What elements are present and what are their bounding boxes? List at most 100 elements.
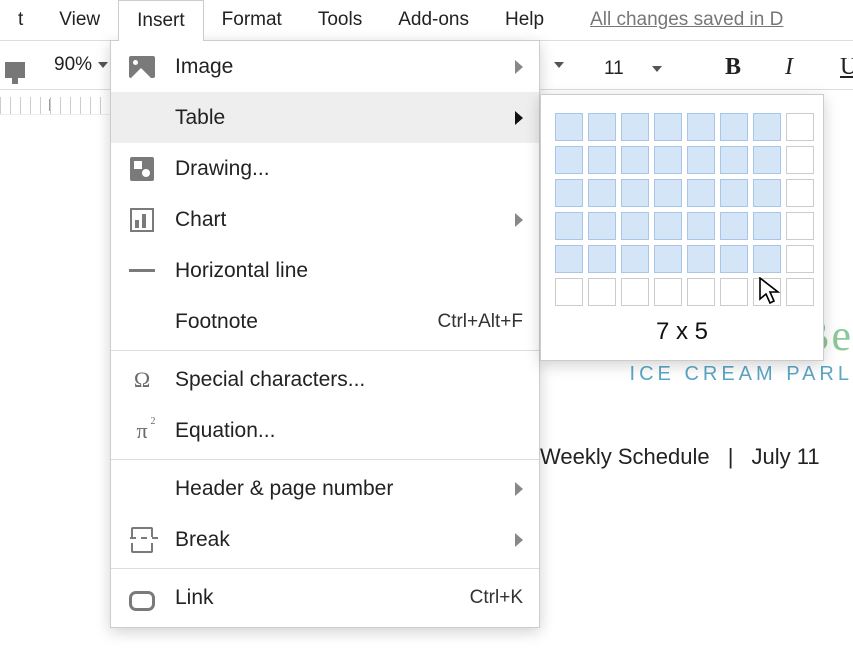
table-cell[interactable] — [621, 245, 649, 273]
menu-item-horizontal-line[interactable]: Horizontal line — [111, 245, 539, 296]
table-cell[interactable] — [720, 212, 748, 240]
underline-button[interactable]: U — [840, 54, 853, 81]
table-cell[interactable] — [687, 113, 715, 141]
save-status-link[interactable]: All changes saved in D — [572, 0, 801, 40]
table-cell[interactable] — [786, 212, 814, 240]
menu-insert[interactable]: Insert — [118, 0, 204, 41]
menu-item-header-page-number[interactable]: Header & page number — [111, 463, 539, 514]
table-cell[interactable] — [588, 146, 616, 174]
drawing-icon — [127, 154, 157, 184]
table-cell[interactable] — [753, 179, 781, 207]
table-cell[interactable] — [687, 245, 715, 273]
table-cell[interactable] — [786, 146, 814, 174]
table-cell[interactable] — [687, 212, 715, 240]
shortcut-label: Ctrl+Alt+F — [437, 311, 523, 333]
menu-view[interactable]: View — [41, 0, 118, 40]
chevron-right-icon — [515, 533, 523, 547]
table-cell[interactable] — [687, 278, 715, 306]
table-cell[interactable] — [654, 212, 682, 240]
table-cell[interactable] — [786, 245, 814, 273]
chevron-down-icon — [652, 66, 662, 72]
table-cell[interactable] — [555, 179, 583, 207]
table-cell[interactable] — [654, 179, 682, 207]
table-cell[interactable] — [555, 212, 583, 240]
menu-item-table[interactable]: Table — [111, 92, 539, 143]
menu-item-equation[interactable]: π2 Equation... — [111, 405, 539, 456]
chevron-right-icon — [515, 213, 523, 227]
table-grid[interactable] — [555, 113, 809, 306]
table-cell[interactable] — [753, 146, 781, 174]
table-cell[interactable] — [588, 113, 616, 141]
table-cell[interactable] — [786, 113, 814, 141]
chevron-right-icon — [515, 482, 523, 496]
pi-icon: π2 — [127, 416, 157, 446]
table-cell[interactable] — [753, 245, 781, 273]
table-cell[interactable] — [720, 179, 748, 207]
table-cell[interactable] — [588, 212, 616, 240]
menu-item-drawing[interactable]: Drawing... — [111, 143, 539, 194]
menu-item-image[interactable]: Image — [111, 41, 539, 92]
table-cell[interactable] — [588, 278, 616, 306]
bold-button[interactable]: B — [725, 54, 741, 81]
italic-button[interactable]: I — [785, 54, 793, 81]
table-cell[interactable] — [654, 146, 682, 174]
menu-item-break[interactable]: Break — [111, 514, 539, 565]
menu-separator — [111, 568, 539, 569]
table-cell[interactable] — [720, 245, 748, 273]
menu-item-link[interactable]: Link Ctrl+K — [111, 572, 539, 623]
table-cell[interactable] — [687, 179, 715, 207]
table-cell[interactable] — [720, 146, 748, 174]
menu-item-label: Break — [175, 528, 515, 552]
menu-item-label: Drawing... — [175, 157, 523, 181]
table-cell[interactable] — [687, 146, 715, 174]
menu-edit-partial[interactable]: t — [0, 0, 41, 40]
table-cell[interactable] — [753, 212, 781, 240]
table-cell[interactable] — [555, 146, 583, 174]
menu-help[interactable]: Help — [487, 0, 562, 40]
table-dimensions-label: 7 x 5 — [555, 318, 809, 346]
table-cell[interactable] — [621, 179, 649, 207]
table-cell[interactable] — [555, 113, 583, 141]
zoom-dropdown[interactable]: 90% — [54, 54, 108, 76]
menu-item-special-characters[interactable]: Ω Special characters... — [111, 354, 539, 405]
brand-tagline: ICE CREAM PARL — [540, 363, 853, 386]
ruler — [0, 97, 110, 115]
menubar: t View Insert Format Tools Add-ons Help … — [0, 0, 853, 40]
table-cell[interactable] — [555, 278, 583, 306]
table-cell[interactable] — [720, 113, 748, 141]
chevron-right-icon — [515, 60, 523, 74]
image-icon — [127, 52, 157, 82]
table-cell[interactable] — [786, 278, 814, 306]
document-body-line: Weekly Schedule | July 11 — [540, 444, 853, 470]
table-cell[interactable] — [654, 113, 682, 141]
table-cell[interactable] — [621, 146, 649, 174]
link-icon — [127, 583, 157, 613]
table-cell[interactable] — [588, 179, 616, 207]
table-cell[interactable] — [753, 113, 781, 141]
table-cell[interactable] — [786, 179, 814, 207]
fontsize-dropdown[interactable]: 11 — [604, 58, 662, 80]
table-cell[interactable] — [621, 113, 649, 141]
insert-menu-dropdown: Image Table Drawing... Chart Horizontal … — [110, 40, 540, 628]
table-cell[interactable] — [621, 212, 649, 240]
menu-format[interactable]: Format — [204, 0, 300, 40]
table-cell[interactable] — [654, 278, 682, 306]
menu-item-label: Image — [175, 55, 515, 79]
divider: | — [728, 444, 734, 470]
table-cell[interactable] — [555, 245, 583, 273]
zoom-value: 90% — [54, 54, 92, 76]
paint-format-icon[interactable] — [5, 62, 25, 78]
menu-item-chart[interactable]: Chart — [111, 194, 539, 245]
table-cell[interactable] — [753, 278, 781, 306]
table-cell[interactable] — [720, 278, 748, 306]
table-cell[interactable] — [588, 245, 616, 273]
table-cell[interactable] — [621, 278, 649, 306]
menu-tools[interactable]: Tools — [300, 0, 380, 40]
menu-item-footnote[interactable]: Footnote Ctrl+Alt+F — [111, 296, 539, 347]
menu-item-label: Chart — [175, 208, 515, 232]
shortcut-label: Ctrl+K — [470, 587, 523, 609]
menu-separator — [111, 459, 539, 460]
table-cell[interactable] — [654, 245, 682, 273]
font-dropdown-caret[interactable] — [554, 62, 564, 68]
menu-addons[interactable]: Add-ons — [380, 0, 487, 40]
